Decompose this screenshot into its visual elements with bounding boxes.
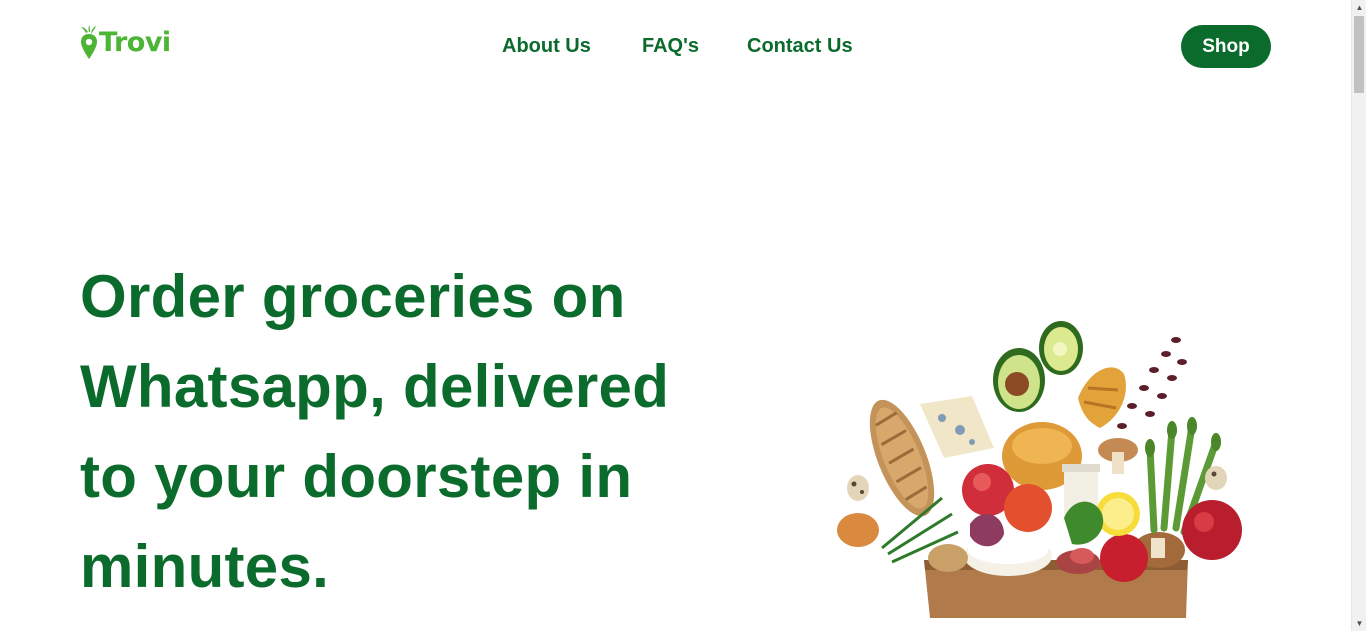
nav-faqs[interactable]: FAQ's: [642, 33, 699, 59]
brand-name: Trovi: [99, 27, 171, 58]
page-scrollbar[interactable]: ▲ ▼: [1351, 0, 1366, 631]
shop-button[interactable]: Shop: [1181, 25, 1271, 68]
brand-logo[interactable]: Trovi: [80, 22, 171, 62]
carrot-pin-icon: [80, 24, 98, 62]
nav-about-us[interactable]: About Us: [502, 33, 591, 59]
page: Trovi About Us FAQ's Contact Us Shop Ord…: [0, 0, 1351, 631]
arrow-up-icon[interactable]: ▲: [1352, 0, 1366, 15]
scrollbar-thumb[interactable]: [1354, 16, 1364, 93]
arrow-down-icon[interactable]: ▼: [1352, 616, 1366, 631]
hero-title: Order groceries on Whatsapp, delivered t…: [80, 263, 670, 600]
grocery-bag-illustration: [832, 318, 1248, 620]
nav-contact-us[interactable]: Contact Us: [747, 33, 853, 59]
